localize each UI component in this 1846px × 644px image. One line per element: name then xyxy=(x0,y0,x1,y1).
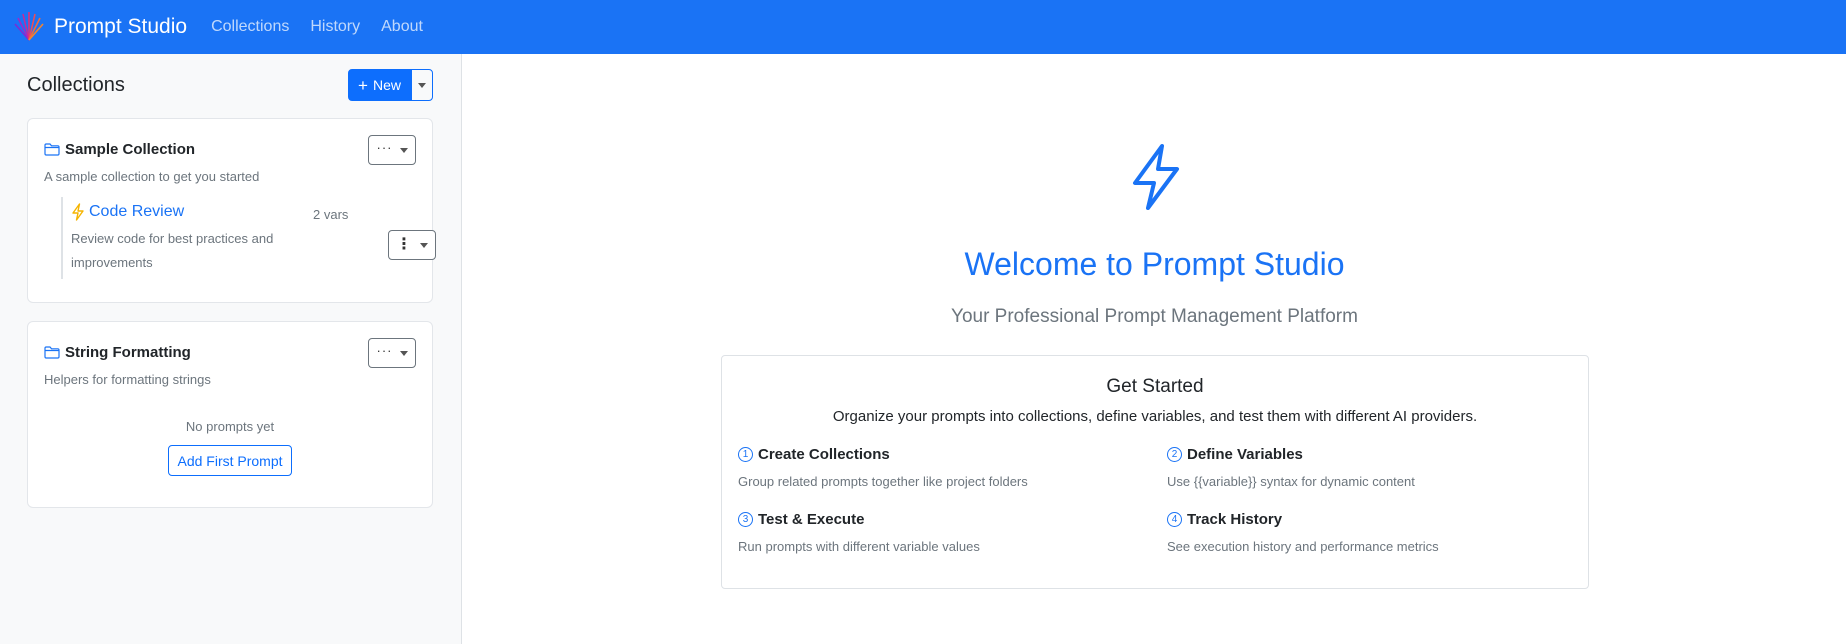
collection-title[interactable]: String Formatting xyxy=(44,344,191,361)
step-title: Test & Execute xyxy=(758,511,865,528)
folder-icon xyxy=(44,143,60,156)
step-description: Group related prompts together like proj… xyxy=(738,474,1028,489)
number-2-icon: 2 xyxy=(1167,447,1182,462)
step-heading: 4 Track History xyxy=(1167,511,1567,528)
collection-menu-button[interactable]: ··· xyxy=(368,135,416,165)
kebab-icon: ⋮ xyxy=(396,236,412,253)
step-heading: 2 Define Variables xyxy=(1167,446,1567,463)
more-icon: ··· xyxy=(376,342,393,358)
number-1-icon: 1 xyxy=(738,447,753,462)
collection-description: A sample collection to get you started xyxy=(44,169,260,184)
step-define-variables: 2 Define Variables Use {{variable}} synt… xyxy=(1167,446,1567,489)
get-started-title: Get Started xyxy=(1106,376,1204,397)
collection-name: String Formatting xyxy=(65,344,191,361)
lightning-icon xyxy=(1133,144,1179,210)
nav-link-history[interactable]: History xyxy=(310,18,360,36)
new-button-label: New xyxy=(372,77,401,93)
main-content: Welcome to Prompt Studio Your Profession… xyxy=(463,54,1846,644)
step-create-collections: 1 Create Collections Group related promp… xyxy=(738,446,1138,489)
collections-sidebar: Collections + New Sample Collection A sa… xyxy=(0,54,462,644)
caret-down-icon xyxy=(399,147,408,153)
prompt-name-link[interactable]: Code Review xyxy=(89,203,184,221)
step-heading: 3 Test & Execute xyxy=(738,511,1138,528)
plus-icon: + xyxy=(358,75,368,95)
step-description: Use {{variable}} syntax for dynamic cont… xyxy=(1167,474,1415,489)
folder-icon xyxy=(44,346,60,359)
brand-link[interactable]: Prompt Studio xyxy=(12,10,187,44)
step-test-execute: 3 Test & Execute Run prompts with differ… xyxy=(738,511,1138,554)
welcome-heading: Welcome to Prompt Studio xyxy=(964,246,1345,282)
nav-link-about[interactable]: About xyxy=(381,18,423,36)
new-collection-button[interactable]: + New xyxy=(348,69,411,101)
collection-description: Helpers for formatting strings xyxy=(44,372,211,387)
prompt-item: Code Review 2 vars Review code for best … xyxy=(61,197,436,279)
step-title: Define Variables xyxy=(1187,446,1303,463)
get-started-subtitle: Organize your prompts into collections, … xyxy=(832,408,1478,425)
logo-icon xyxy=(14,12,44,41)
collection-name: Sample Collection xyxy=(65,141,196,158)
get-started-card: Get Started Organize your prompts into c… xyxy=(721,355,1589,589)
caret-down-icon xyxy=(420,242,428,248)
caret-down-icon xyxy=(418,82,426,88)
brand-name: Prompt Studio xyxy=(54,15,188,38)
step-description: Run prompts with different variable valu… xyxy=(738,539,980,554)
number-3-icon: 3 xyxy=(738,512,753,527)
collection-card-string-formatting: String Formatting Helpers for formatting… xyxy=(27,321,433,508)
top-navbar: Prompt Studio Collections History About xyxy=(0,0,1846,54)
new-button-group: + New xyxy=(348,69,433,101)
step-heading: 1 Create Collections xyxy=(738,446,1138,463)
lightning-icon xyxy=(72,203,84,221)
caret-down-icon xyxy=(399,350,408,356)
step-description: See execution history and performance me… xyxy=(1167,539,1439,554)
collection-menu-button[interactable]: ··· xyxy=(368,338,416,368)
number-4-icon: 4 xyxy=(1167,512,1182,527)
sidebar-title: Collections xyxy=(27,73,125,96)
prompt-menu-button[interactable]: ⋮ xyxy=(388,230,436,260)
step-title: Create Collections xyxy=(758,446,890,463)
new-dropdown-toggle[interactable] xyxy=(411,69,433,101)
empty-prompts-text: No prompts yet xyxy=(185,419,275,434)
collection-title[interactable]: Sample Collection xyxy=(44,141,195,158)
prompt-description: Review code for best practices and impro… xyxy=(71,231,274,270)
nav-link-collections[interactable]: Collections xyxy=(211,18,289,36)
welcome-tagline: Your Professional Prompt Management Plat… xyxy=(951,306,1358,327)
add-first-prompt-button[interactable]: Add First Prompt xyxy=(168,445,292,476)
vars-count: 2 vars xyxy=(313,207,349,222)
collection-card-sample: Sample Collection A sample collection to… xyxy=(27,118,436,303)
more-icon: ··· xyxy=(376,139,393,155)
sidebar-header: Collections + New xyxy=(27,68,433,102)
step-track-history: 4 Track History See execution history an… xyxy=(1167,511,1567,554)
prompt-title[interactable]: Code Review xyxy=(71,203,184,221)
step-title: Track History xyxy=(1187,511,1283,528)
